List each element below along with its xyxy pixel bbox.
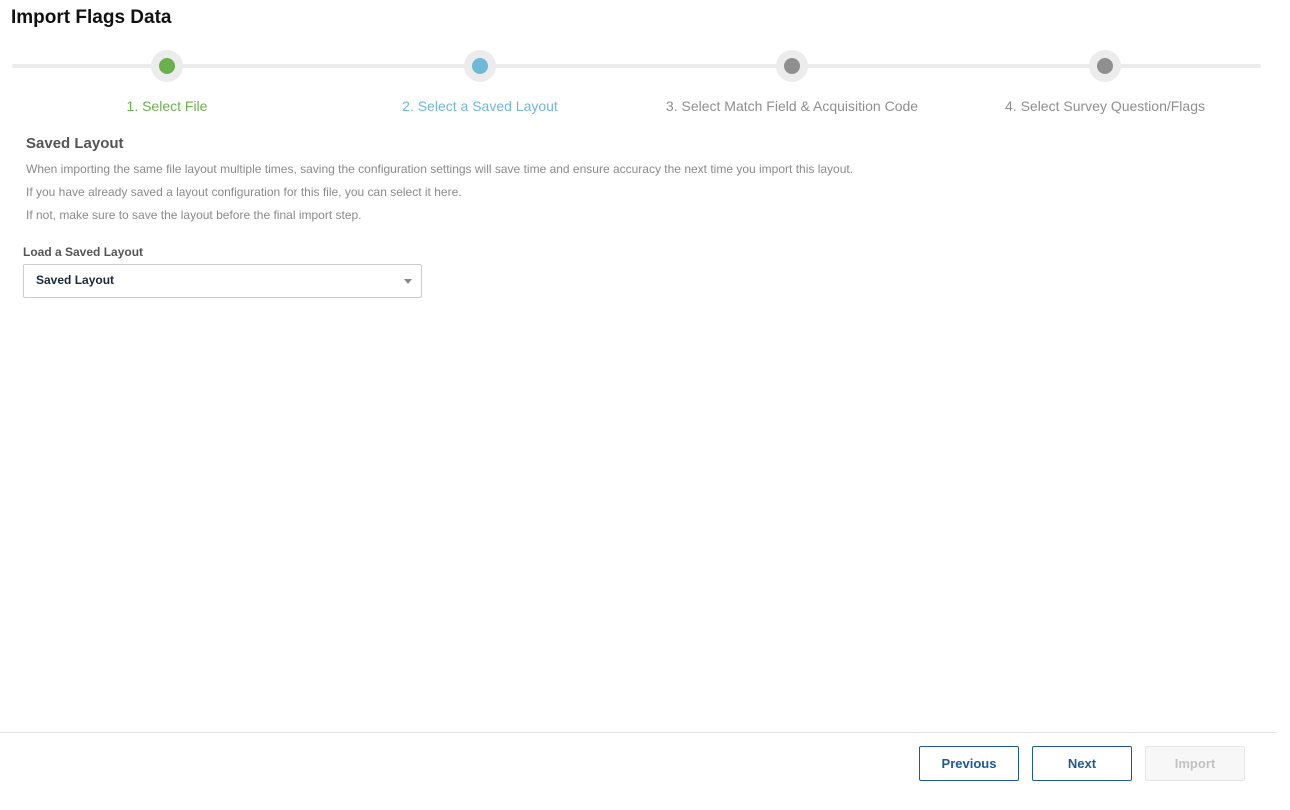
next-button[interactable]: Next [1032,746,1132,781]
step-indicator [1089,50,1121,82]
description-line: When importing the same file layout mult… [26,162,854,176]
step-indicator [776,50,808,82]
import-button: Import [1145,746,1245,781]
import-flags-page: Import Flags Data 1. Select File 2. Sele… [0,0,1290,810]
step-dot [472,58,488,74]
step-select-file: 1. Select File [7,50,327,115]
saved-layout-select[interactable]: Saved Layout [23,264,422,298]
step-dot [1097,58,1113,74]
previous-button[interactable]: Previous [919,746,1019,781]
step-label: 1. Select File [126,98,208,114]
step-indicator [151,50,183,82]
step-label: 4. Select Survey Question/Flags [1005,98,1205,114]
description-line: If you have already saved a layout confi… [26,185,462,199]
step-indicator [464,50,496,82]
step-select-match-field: 3. Select Match Field & Acquisition Code [632,50,952,115]
saved-layout-field-label: Load a Saved Layout [23,245,144,259]
step-select-survey-question: 4. Select Survey Question/Flags [945,50,1265,115]
section-title: Saved Layout [26,135,124,152]
step-label: 3. Select Match Field & Acquisition Code [665,98,919,114]
saved-layout-select-value: Saved Layout [36,273,115,287]
description-line: If not, make sure to save the layout bef… [26,208,362,222]
step-dot [159,58,175,74]
import-stepper: 1. Select File 2. Select a Saved Layout … [0,0,1290,120]
step-dot [784,58,800,74]
step-label: 2. Select a Saved Layout [402,98,558,114]
step-select-saved-layout: 2. Select a Saved Layout [320,50,640,115]
chevron-down-icon[interactable] [404,279,412,284]
footer-divider [0,732,1277,733]
